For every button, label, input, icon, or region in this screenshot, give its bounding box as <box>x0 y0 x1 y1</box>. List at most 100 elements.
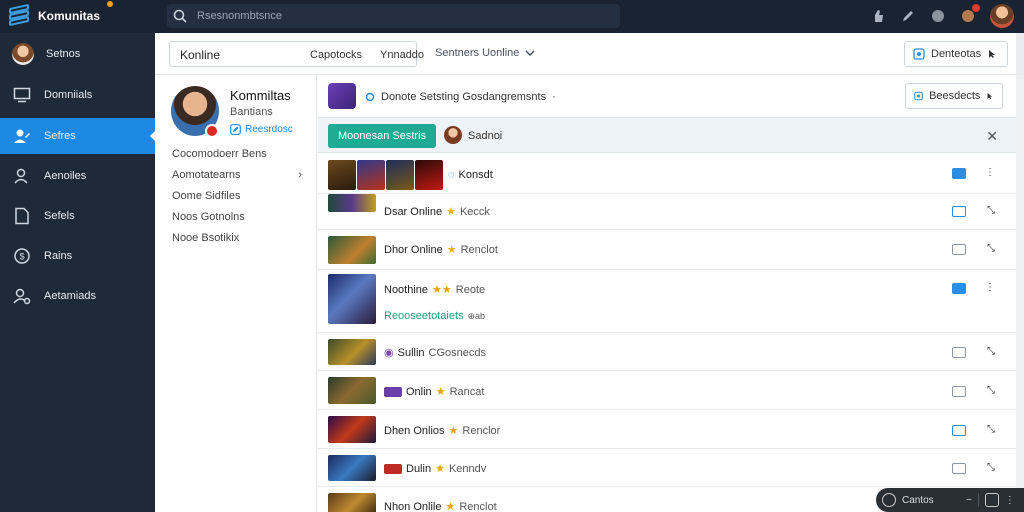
primary-button[interactable]: Moonesan Sestris <box>328 124 436 148</box>
brand[interactable]: Komunitas <box>8 1 113 28</box>
tag-badge <box>384 386 402 397</box>
folder-icon <box>12 206 32 226</box>
user-edit-icon <box>12 126 32 146</box>
message-icon[interactable] <box>952 206 966 217</box>
thumbs-icon[interactable] <box>870 8 886 24</box>
thumbnail <box>357 160 385 190</box>
sidebar-item-payments[interactable]: $ Rains <box>0 238 155 274</box>
list-item[interactable]: Onlin ★ Rancat ⤡ <box>318 371 1016 410</box>
refresh-icon: ◌ <box>448 169 455 181</box>
row-extra: Renclot <box>459 500 497 512</box>
sidebar-item-dashboard[interactable]: Domniials <box>0 77 155 113</box>
play-icon[interactable] <box>882 493 896 507</box>
header-action-button[interactable]: Denteotas <box>904 41 1008 67</box>
close-icon[interactable]: ✕ <box>986 128 998 145</box>
sidebar-item-label: Rains <box>44 250 73 262</box>
tab-third[interactable]: Ynnaddo <box>380 49 424 61</box>
thumbnail <box>328 236 376 264</box>
message-icon[interactable] <box>952 463 966 474</box>
list-item-text: ◌ Konsdt <box>448 169 493 181</box>
list-item[interactable]: ◉ Sullin CGosnecds ⤡ <box>318 333 1016 371</box>
expand-icon[interactable]: ⤡ <box>987 205 995 216</box>
list-item[interactable]: Dhor Online ★ Renclot ⤡ <box>318 230 1016 270</box>
edit-icon <box>230 124 241 135</box>
avatar <box>12 43 34 65</box>
thumbnail <box>328 339 376 365</box>
profile-subtitle: Bantians <box>230 106 273 118</box>
dollar-circle-icon: $ <box>12 246 32 266</box>
thumbnail <box>328 455 376 481</box>
search-bar[interactable] <box>167 4 620 28</box>
thumbnail <box>328 194 376 212</box>
floating-player[interactable]: Cantos − ⋮ <box>876 488 1024 512</box>
profile-row-label: Aomotatearns <box>172 169 241 181</box>
pen-icon[interactable] <box>900 8 916 24</box>
expand-icon[interactable]: ⤡ <box>987 346 995 357</box>
row-extra: Renclot <box>460 243 498 256</box>
filter-dropdown[interactable]: Sentners Uonline <box>435 47 535 59</box>
tab-second[interactable]: Capotocks <box>310 49 362 61</box>
message-icon[interactable] <box>952 347 966 358</box>
profile-row[interactable]: Aomotatearns › <box>172 169 302 181</box>
expand-icon[interactable]: ⤡ <box>987 243 995 254</box>
message-icon[interactable] <box>952 168 966 179</box>
notification-icon[interactable] <box>960 4 980 24</box>
expand-icon[interactable]: ⤡ <box>987 462 995 473</box>
globe-icon[interactable] <box>930 8 946 24</box>
user-avatar[interactable] <box>990 4 1014 28</box>
list-item[interactable]: Dulin ★ Kenndv ⤡ <box>318 449 1016 487</box>
scrollbar[interactable] <box>1016 75 1024 512</box>
message-icon[interactable] <box>952 244 966 255</box>
list-item[interactable]: Dsar Online ★ Kecck ⤡ <box>318 194 1016 230</box>
main-header-button[interactable]: Beesdects <box>905 83 1003 109</box>
message-icon[interactable] <box>952 386 966 397</box>
message-icon[interactable] <box>952 283 966 294</box>
sidebar-item-users[interactable]: Aenoiles <box>0 158 155 194</box>
tag-badge <box>384 463 402 474</box>
main-header: Donote Setsting Gosdangremsnts · Beesdec… <box>318 75 1016 117</box>
avatar[interactable] <box>444 126 462 144</box>
main-content: Donote Setsting Gosdangremsnts · Beesdec… <box>318 75 1024 512</box>
sidebar-item-label: Sefels <box>44 210 75 222</box>
star-icon: ★ <box>435 386 446 398</box>
message-icon[interactable] <box>952 425 966 436</box>
tab-online[interactable]: Konline <box>180 48 220 62</box>
row-extra: Rancat <box>449 385 485 398</box>
profile-row[interactable]: Noos Gotnolns <box>172 211 302 223</box>
expand-icon[interactable]: ⤡ <box>987 385 995 396</box>
list-item[interactable]: Dhen Onlios ★ Renclor ⤡ <box>318 410 1016 449</box>
pointer-icon <box>989 50 996 58</box>
profile-row[interactable]: Oome Sidfiles <box>172 190 302 202</box>
logo-icon <box>8 3 30 27</box>
list-item[interactable]: Noothine ★★ Reote Reooseetotaiets ⊕ab ⋮ <box>318 270 1016 333</box>
sidebar-item-label: Setnos <box>46 48 81 60</box>
more-icon[interactable]: ⋮ <box>985 167 995 178</box>
image-icon <box>914 91 923 101</box>
sidebar-item-profile[interactable]: Setnos <box>0 36 155 72</box>
settings-icon[interactable] <box>984 493 999 507</box>
minus-icon[interactable]: − <box>966 495 972 506</box>
main-title-text: Donote Setsting Gosdangremsnts <box>381 91 547 103</box>
profile-row[interactable]: Cocomodoerr Bens <box>172 148 302 160</box>
more-icon[interactable]: ⋮ <box>985 282 995 293</box>
expand-icon[interactable]: ⤡ <box>987 424 995 435</box>
star-icon: ★ <box>445 501 456 512</box>
profile-link[interactable]: Reesrdosc <box>230 124 293 135</box>
sidebar-item-admin[interactable]: Aetamiads <box>0 278 155 314</box>
header-action-label: Denteotas <box>931 48 982 60</box>
list-item[interactable]: ◌ Konsdt ⋮ <box>318 154 1016 194</box>
user-name[interactable]: Sadnoi <box>468 130 502 142</box>
profile-row-label: Nooe Bsotikix <box>172 232 240 244</box>
sidebar-item-active[interactable]: Sefres <box>0 118 156 154</box>
scrollbar-top[interactable] <box>1016 33 1024 75</box>
sidebar-item-label: Sefres <box>44 130 76 142</box>
more-icon[interactable]: ⋮ <box>1005 495 1015 506</box>
thumbnail <box>415 160 443 190</box>
user-icon <box>12 166 32 186</box>
profile-row[interactable]: Nooe Bsotikix <box>172 232 302 244</box>
list-item-text: Noothine ★★ Reote <box>384 283 485 297</box>
row-label: Dsar Online <box>384 205 443 218</box>
search-input[interactable] <box>197 10 597 22</box>
sidebar: Setnos Domniials Sefres Aenoiles Sefels … <box>0 33 156 512</box>
sidebar-item-files[interactable]: Sefels <box>0 198 155 234</box>
